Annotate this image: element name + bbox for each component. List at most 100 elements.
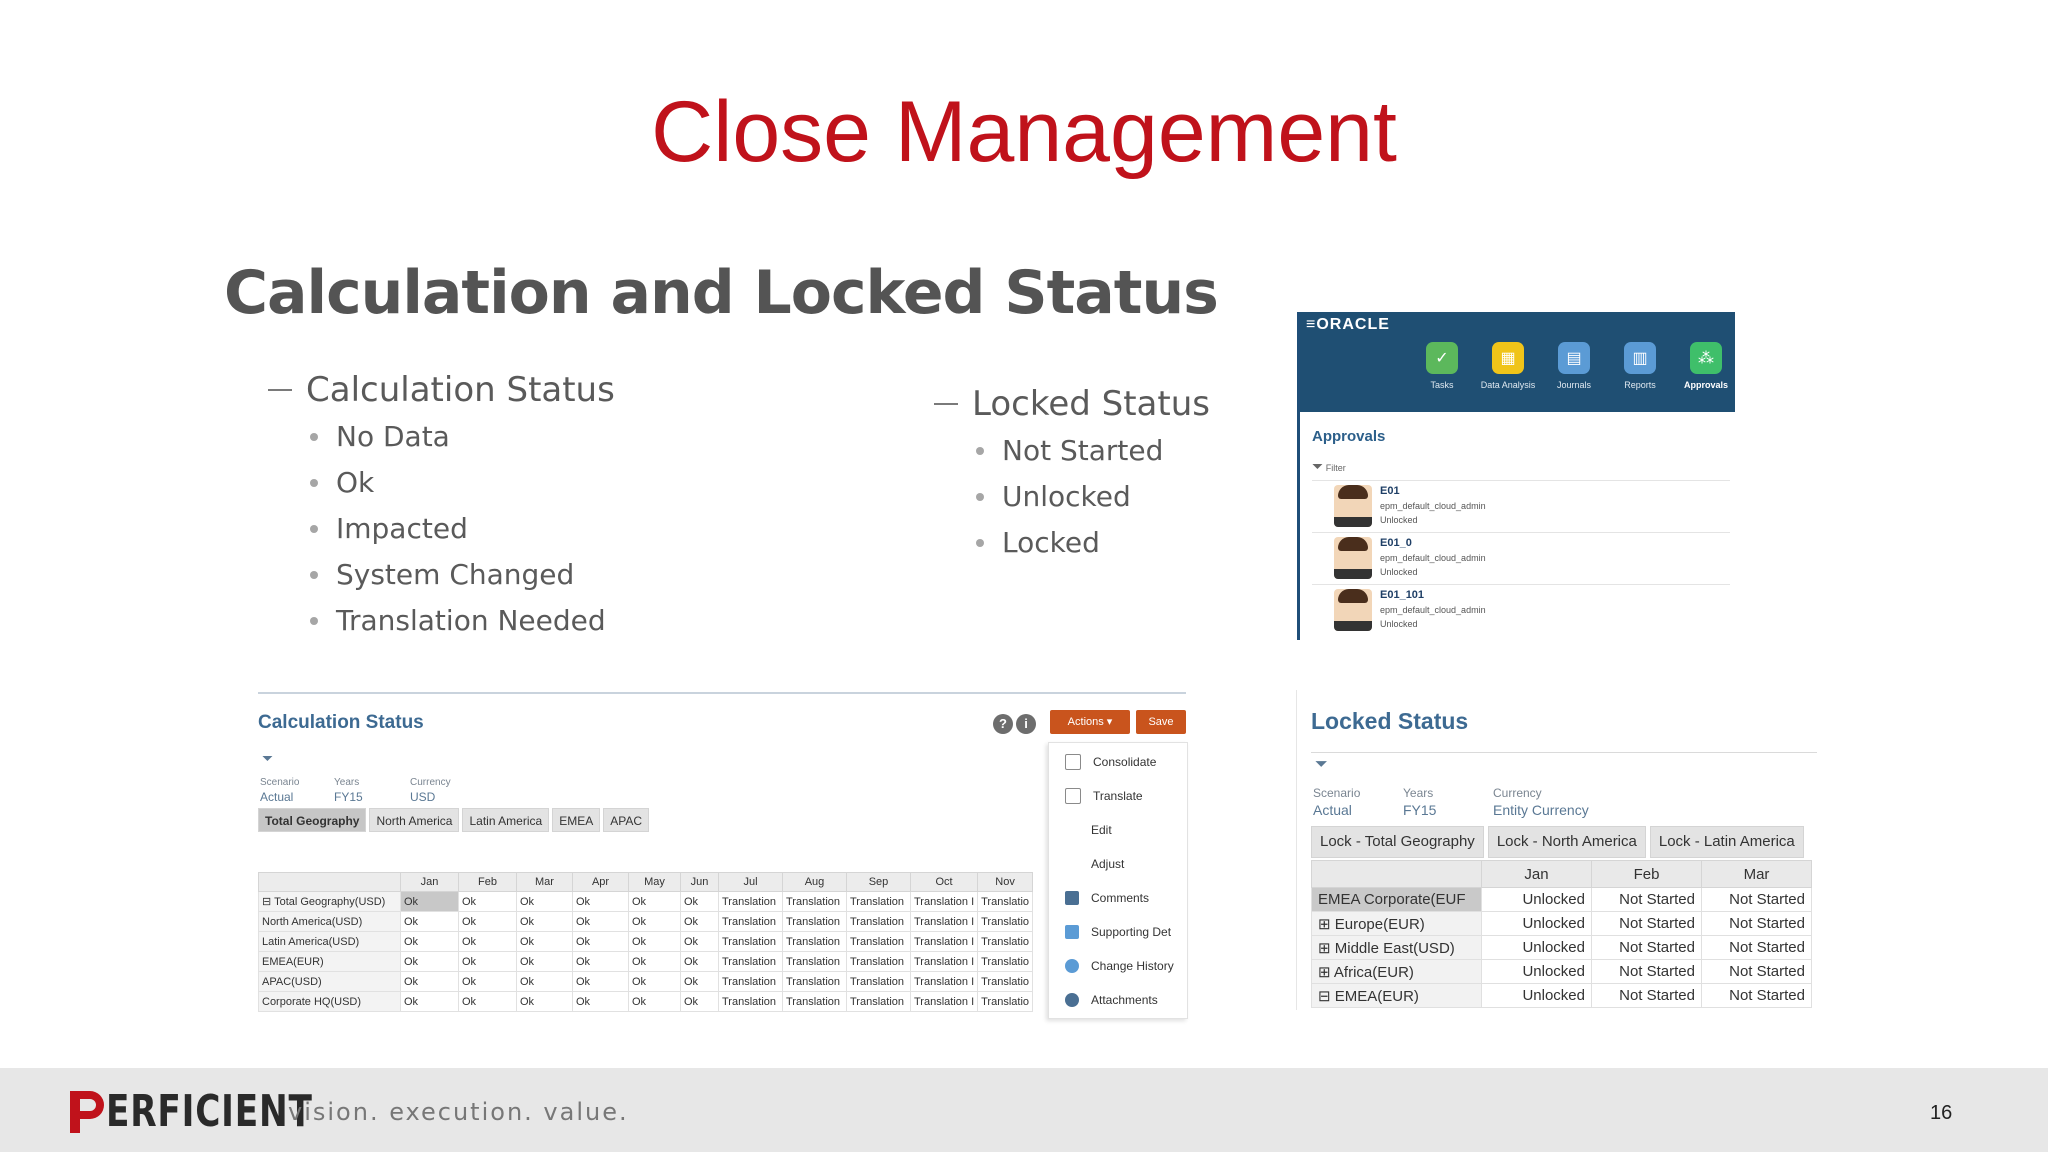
row-header[interactable]: ⊞ Middle East(USD) <box>1311 935 1482 960</box>
grid-cell[interactable]: Ok <box>516 931 573 952</box>
grid-cell[interactable]: Translation <box>782 891 847 912</box>
tab-apac[interactable]: APAC <box>603 808 649 832</box>
row-header[interactable]: ⊟ Total Geography(USD) <box>258 891 401 912</box>
grid-cell[interactable]: Translation <box>718 991 783 1012</box>
pov-value[interactable]: FY15 <box>334 790 363 804</box>
save-button[interactable]: Save <box>1136 710 1186 734</box>
help-icon[interactable]: ? <box>993 714 1013 734</box>
grid-cell[interactable]: Ok <box>458 991 517 1012</box>
grid-cell[interactable]: Ok <box>458 931 517 952</box>
grid-cell[interactable]: Not Started <box>1591 959 1702 984</box>
grid-cell[interactable]: Ok <box>516 911 573 932</box>
pov-value[interactable]: Actual <box>260 790 293 804</box>
menu-item-comments[interactable]: Comments <box>1049 881 1187 915</box>
grid-cell[interactable]: Translation <box>782 971 847 992</box>
grid-cell[interactable]: Not Started <box>1591 983 1702 1008</box>
grid-cell[interactable]: Unlocked <box>1481 911 1592 936</box>
grid-cell[interactable]: Ok <box>572 951 629 972</box>
grid-cell[interactable]: Translation <box>846 931 911 952</box>
grid-cell[interactable]: Translation <box>782 911 847 932</box>
grid-cell[interactable]: Unlocked <box>1481 887 1592 912</box>
approvals-filter[interactable]: ⏷ Filter <box>1312 458 1346 475</box>
app-journals[interactable]: ▤ Journals <box>1544 342 1604 390</box>
tab-north-america[interactable]: North America <box>369 808 460 832</box>
grid-cell[interactable]: Translation I <box>909 911 979 932</box>
menu-item-adjust[interactable]: Adjust <box>1049 847 1187 881</box>
grid-cell[interactable]: Ok <box>628 991 681 1012</box>
approval-row[interactable]: E01 epm_default_cloud_admin Unlocked <box>1312 480 1730 531</box>
grid-cell[interactable]: Translation I <box>909 931 979 952</box>
grid-cell[interactable]: Ok <box>680 891 719 912</box>
grid-cell[interactable]: Ok <box>400 911 459 932</box>
grid-cell[interactable]: Translation <box>782 951 847 972</box>
grid-cell[interactable]: Translation <box>846 911 911 932</box>
grid-cell[interactable]: Ok <box>516 971 573 992</box>
app-approvals[interactable]: ⁂ Approvals <box>1676 342 1736 390</box>
pov-value[interactable]: USD <box>410 790 435 804</box>
tab-latin-america[interactable]: Latin America <box>462 808 550 832</box>
grid-cell[interactable]: Ok <box>572 971 629 992</box>
grid-cell[interactable]: Translatio <box>977 891 1034 912</box>
grid-cell[interactable]: Ok <box>628 951 681 972</box>
grid-cell[interactable]: Translation <box>846 991 911 1012</box>
grid-cell[interactable]: Not Started <box>1701 911 1812 936</box>
row-header[interactable]: APAC(USD) <box>258 971 401 992</box>
grid-cell[interactable]: Ok <box>628 971 681 992</box>
grid-cell[interactable]: Not Started <box>1701 983 1812 1008</box>
menu-item-consolidate[interactable]: Consolidate <box>1049 745 1187 779</box>
grid-cell[interactable]: Translation <box>718 951 783 972</box>
grid-cell[interactable]: Translatio <box>977 931 1034 952</box>
approval-row[interactable]: E01_0 epm_default_cloud_admin Unlocked <box>1312 532 1730 583</box>
grid-cell[interactable]: Unlocked <box>1481 983 1592 1008</box>
grid-cell[interactable]: Ok <box>572 911 629 932</box>
filter-icon[interactable]: ⏷ <box>1315 756 1328 774</box>
menu-item-edit[interactable]: Edit <box>1049 813 1187 847</box>
grid-cell[interactable]: Ok <box>680 991 719 1012</box>
grid-cell[interactable]: Translation <box>718 971 783 992</box>
grid-cell[interactable]: Ok <box>572 891 629 912</box>
grid-cell[interactable]: Ok <box>572 931 629 952</box>
grid-cell[interactable]: Ok <box>628 891 681 912</box>
grid-cell[interactable]: Translatio <box>977 911 1034 932</box>
grid-cell[interactable]: Ok <box>680 971 719 992</box>
grid-cell[interactable]: Translation <box>718 911 783 932</box>
actions-button[interactable]: Actions ▾ <box>1050 710 1130 734</box>
pov-value[interactable]: FY15 <box>1403 802 1436 818</box>
grid-cell[interactable]: Translation <box>782 931 847 952</box>
tab-emea[interactable]: EMEA <box>552 808 601 832</box>
grid-cell[interactable]: Ok <box>400 931 459 952</box>
menu-item-supporting-detail[interactable]: Supporting Det <box>1049 915 1187 949</box>
grid-cell[interactable]: Not Started <box>1701 959 1812 984</box>
grid-cell[interactable]: Translation <box>846 971 911 992</box>
grid-cell[interactable]: Ok <box>400 951 459 972</box>
grid-cell[interactable]: Translation <box>782 991 847 1012</box>
menu-item-change-history[interactable]: Change History <box>1049 949 1187 983</box>
info-icon[interactable]: i <box>1016 714 1036 734</box>
filter-icon[interactable]: ⏷ <box>262 750 273 767</box>
grid-cell[interactable]: Ok <box>680 911 719 932</box>
grid-cell[interactable]: Ok <box>458 891 517 912</box>
grid-cell[interactable]: Translation <box>718 931 783 952</box>
tab-lock-north-america[interactable]: Lock - North America <box>1487 826 1646 858</box>
grid-cell[interactable]: Ok <box>628 911 681 932</box>
grid-cell[interactable]: Ok <box>458 951 517 972</box>
row-header[interactable]: ⊞ Africa(EUR) <box>1311 959 1482 984</box>
grid-cell[interactable]: Not Started <box>1701 887 1812 912</box>
grid-cell[interactable]: Ok <box>516 891 573 912</box>
approval-row[interactable]: E01_101 epm_default_cloud_admin Unlocked <box>1312 584 1730 635</box>
grid-cell[interactable]: Translation I <box>909 891 979 912</box>
tab-lock-total-geography[interactable]: Lock - Total Geography <box>1311 826 1484 858</box>
row-header[interactable]: Latin America(USD) <box>258 931 401 952</box>
row-header[interactable]: EMEA(EUR) <box>258 951 401 972</box>
row-header[interactable]: North America(USD) <box>258 911 401 932</box>
grid-cell[interactable]: Translatio <box>977 951 1034 972</box>
grid-cell[interactable]: Ok <box>400 891 459 912</box>
grid-cell[interactable]: Ok <box>516 951 573 972</box>
grid-cell[interactable]: Unlocked <box>1481 935 1592 960</box>
grid-cell[interactable]: Ok <box>458 911 517 932</box>
grid-cell[interactable]: Ok <box>680 931 719 952</box>
grid-cell[interactable]: Not Started <box>1591 911 1702 936</box>
menu-item-translate[interactable]: Translate <box>1049 779 1187 813</box>
grid-cell[interactable]: Translatio <box>977 991 1034 1012</box>
pov-value[interactable]: Actual <box>1313 802 1352 818</box>
